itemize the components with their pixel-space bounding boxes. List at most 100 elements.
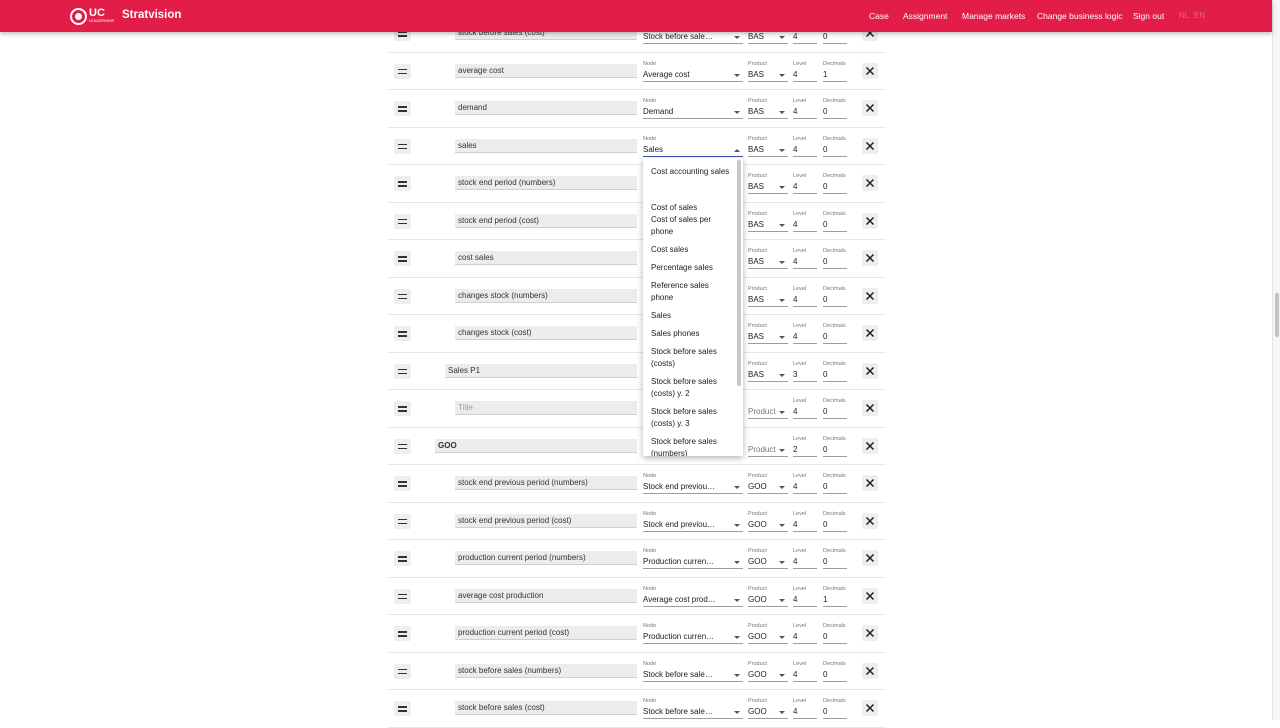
product-select[interactable]: BAS: [748, 68, 788, 82]
decimals-input[interactable]: 0: [823, 555, 847, 569]
level-input[interactable]: 4: [793, 180, 817, 194]
product-select[interactable]: GOO: [748, 668, 788, 682]
drag-handle-icon[interactable]: [394, 588, 411, 604]
remove-line-button[interactable]: [862, 137, 878, 154]
dropdown-option[interactable]: Cost sales: [651, 244, 731, 256]
dropdown-option[interactable]: Cost of sales per phone: [651, 214, 731, 238]
drag-handle-icon[interactable]: [394, 63, 411, 79]
decimals-input[interactable]: 0: [823, 330, 847, 344]
product-select[interactable]: GOO: [748, 555, 788, 569]
decimals-input[interactable]: 1: [823, 593, 847, 607]
decimals-input[interactable]: 0: [823, 518, 847, 532]
remove-line-button[interactable]: [862, 662, 878, 679]
node-select[interactable]: Production curren…: [643, 555, 743, 569]
level-input[interactable]: 4: [793, 705, 817, 719]
node-select[interactable]: Demand: [643, 105, 743, 119]
nav-manage-markets[interactable]: Manage markets: [962, 11, 1025, 21]
decimals-input[interactable]: 0: [823, 30, 847, 44]
node-select[interactable]: Stock end previou…: [643, 518, 743, 532]
drag-handle-icon[interactable]: [394, 513, 411, 529]
nav-change-business-logic[interactable]: Change business logic: [1037, 11, 1123, 21]
decimals-input[interactable]: 0: [823, 255, 847, 269]
level-input[interactable]: 4: [793, 330, 817, 344]
level-input[interactable]: 4: [793, 668, 817, 682]
product-select[interactable]: BAS: [748, 330, 788, 344]
drag-handle-icon[interactable]: [394, 251, 411, 266]
drag-handle-icon[interactable]: [394, 663, 411, 679]
remove-line-button[interactable]: [862, 700, 878, 716]
line-title-input[interactable]: average cost production: [455, 588, 637, 603]
product-select[interactable]: BAS: [748, 30, 788, 44]
line-title-input[interactable]: GOO: [435, 438, 637, 453]
decimals-input[interactable]: 1: [823, 68, 847, 82]
drag-handle-icon[interactable]: [394, 363, 411, 379]
lang-en[interactable]: EN: [1194, 11, 1205, 20]
level-input[interactable]: 4: [793, 518, 817, 532]
brand-name[interactable]: Stratvision: [122, 9, 181, 21]
node-select[interactable]: Average cost prod…: [643, 593, 743, 607]
decimals-input[interactable]: 0: [823, 480, 847, 494]
drag-handle-icon[interactable]: [394, 101, 411, 116]
lang-nl[interactable]: NL: [1179, 11, 1189, 20]
line-title-input[interactable]: changes stock (cost): [455, 326, 637, 340]
dropdown-option[interactable]: Stock before sales (costs): [651, 346, 731, 370]
remove-line-button[interactable]: [862, 625, 878, 641]
product-select[interactable]: GOO: [748, 630, 788, 644]
level-input[interactable]: 4: [793, 630, 817, 644]
product-select[interactable]: GOO: [748, 705, 788, 719]
decimals-input[interactable]: 0: [823, 705, 847, 719]
dropdown-option[interactable]: Cost of sales: [651, 202, 731, 214]
product-select[interactable]: BAS: [748, 180, 788, 194]
page-scrollbar[interactable]: [1272, 0, 1280, 720]
line-title-input[interactable]: stock end period (cost): [455, 213, 637, 228]
dropdown-option[interactable]: Stock before sales (costs) y. 2: [651, 376, 731, 400]
drag-handle-icon[interactable]: [394, 551, 411, 566]
decimals-input[interactable]: 0: [823, 405, 847, 419]
product-select[interactable]: BAS: [748, 255, 788, 269]
level-input[interactable]: 2: [793, 443, 817, 457]
line-title-input[interactable]: Title: [455, 401, 637, 415]
level-input[interactable]: 4: [793, 68, 817, 82]
drag-handle-icon[interactable]: [394, 176, 411, 191]
product-select[interactable]: BAS: [748, 218, 788, 232]
level-input[interactable]: 4: [793, 405, 817, 419]
node-select[interactable]: Stock before sale…: [643, 705, 743, 719]
remove-line-button[interactable]: [862, 175, 878, 191]
line-title-input[interactable]: production current period (cost): [455, 626, 637, 640]
decimals-input[interactable]: 0: [823, 293, 847, 307]
drag-handle-icon[interactable]: [394, 476, 411, 491]
line-title-input[interactable]: stock before sales (numbers): [455, 663, 637, 678]
remove-line-button[interactable]: [862, 512, 878, 529]
line-title-input[interactable]: stock end previous period (cost): [455, 513, 637, 528]
nav-case[interactable]: Case: [869, 11, 889, 21]
product-select[interactable]: BAS: [748, 368, 788, 382]
node-select[interactable]: Stock before sale…: [643, 30, 743, 44]
dropdown-scrollbar[interactable]: [737, 160, 741, 386]
drag-handle-icon[interactable]: [394, 213, 411, 229]
level-input[interactable]: 4: [793, 293, 817, 307]
dropdown-option[interactable]: Cost accounting sales: [651, 166, 731, 178]
remove-line-button[interactable]: [862, 325, 878, 341]
decimals-input[interactable]: 0: [823, 630, 847, 644]
level-input[interactable]: 4: [793, 255, 817, 269]
product-select[interactable]: GOO: [748, 518, 788, 532]
decimals-input[interactable]: 0: [823, 368, 847, 382]
product-select[interactable]: GOO: [748, 480, 788, 494]
decimals-input[interactable]: 0: [823, 180, 847, 194]
line-title-input[interactable]: average cost: [455, 63, 637, 78]
dropdown-option[interactable]: Sales: [651, 310, 731, 322]
node-select[interactable]: Average cost: [643, 68, 743, 82]
product-select[interactable]: BAS: [748, 105, 788, 119]
level-input[interactable]: 4: [793, 480, 817, 494]
level-input[interactable]: 4: [793, 30, 817, 44]
product-select[interactable]: BAS: [748, 143, 788, 157]
decimals-input[interactable]: 0: [823, 218, 847, 232]
remove-line-button[interactable]: [862, 437, 878, 454]
page-scrollbar-thumb[interactable]: [1275, 293, 1279, 337]
node-select[interactable]: Stock end previou…: [643, 480, 743, 494]
line-title-input[interactable]: sales: [455, 138, 637, 153]
remove-line-button[interactable]: [862, 550, 878, 566]
remove-line-button[interactable]: [862, 475, 878, 491]
level-input[interactable]: 4: [793, 105, 817, 119]
nav-assignment[interactable]: Assignment: [903, 11, 947, 21]
